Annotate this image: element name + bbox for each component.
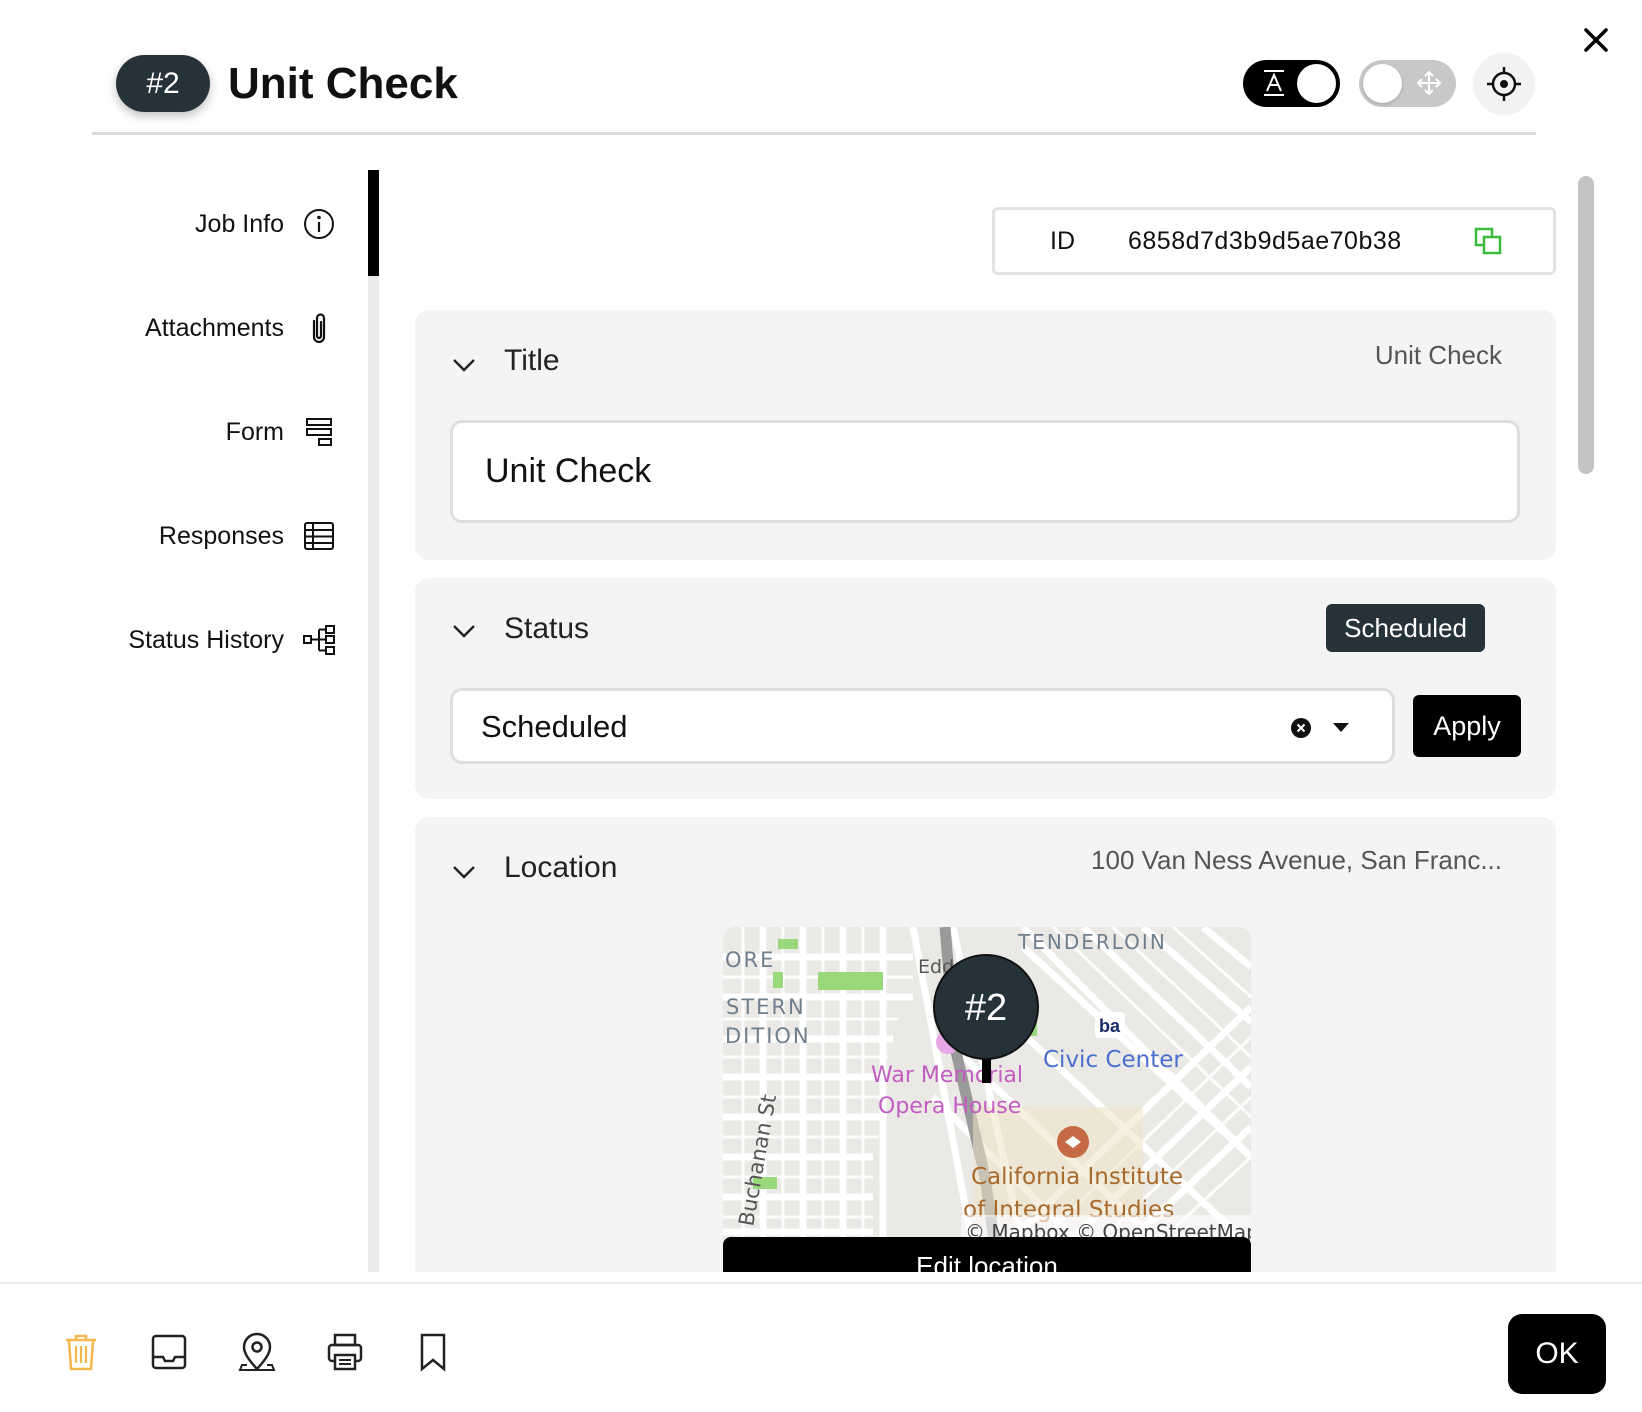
page-title: Unit Check [228, 59, 458, 108]
location-section: Location 100 Van Ness Avenue, San Franc.… [415, 817, 1556, 1272]
map-label-war-memorial: War Memorial [871, 1063, 1023, 1088]
map-label-dition: DITION [725, 1024, 811, 1048]
location-map[interactable]: ba ORE STERN DITION Edd TENDERLOIN Civic… [723, 927, 1251, 1247]
map-label-stern: STERN [726, 995, 806, 1019]
sidebar-item-label: Status History [128, 625, 284, 654]
chevron-down-icon[interactable] [451, 352, 477, 378]
sidebar-item-form[interactable]: Form [226, 412, 336, 452]
status-heading: Status [504, 612, 590, 645]
sidebar-item-status-history[interactable]: Status History [128, 620, 336, 660]
footer-toolbar: OK [0, 1282, 1642, 1412]
text-format-icon [1264, 70, 1284, 96]
toggle-knob [1297, 64, 1336, 103]
sidebar-item-label: Form [225, 417, 284, 446]
close-button[interactable] [1576, 20, 1616, 60]
inbox-icon[interactable] [150, 1332, 188, 1372]
apply-button[interactable]: Apply [1413, 695, 1521, 757]
sidebar-item-job-info[interactable]: Job Info [195, 204, 336, 244]
locate-button[interactable] [1473, 53, 1535, 115]
toggle-knob [1363, 64, 1402, 103]
status-select-value: Scheduled [481, 709, 628, 744]
sidebar-item-responses[interactable]: Responses [159, 516, 336, 556]
sidebar-item-attachments[interactable]: Attachments [145, 308, 336, 348]
job-info-panel: ID 6858d7d3b9d5ae70b38 Title Unit Check … [400, 170, 1580, 1272]
id-value[interactable]: 6858d7d3b9d5ae70b38 [1128, 227, 1424, 256]
title-input[interactable] [450, 420, 1520, 523]
close-icon [1584, 28, 1608, 52]
map-label-bart: ba [1099, 1016, 1121, 1036]
job-number-badge: #2 [116, 55, 210, 112]
id-field: ID 6858d7d3b9d5ae70b38 [992, 207, 1556, 275]
status-badge: Scheduled [1326, 604, 1485, 652]
job-detail-modal: #2 Unit Check Job Info Attachments Form … [0, 0, 1642, 1412]
title-heading: Title [504, 344, 560, 377]
info-icon [302, 207, 336, 241]
map-marker-label: #2 [965, 987, 1007, 1029]
chevron-down-icon[interactable] [451, 618, 477, 644]
sidebar-item-label: Responses [158, 521, 284, 550]
printer-icon[interactable] [326, 1332, 364, 1372]
move-mode-toggle[interactable] [1359, 60, 1456, 107]
location-summary: 100 Van Ness Avenue, San Franc... [1091, 845, 1502, 875]
map-pin-icon[interactable] [238, 1332, 276, 1372]
content-scrollbar[interactable] [1578, 176, 1594, 474]
edit-location-button[interactable]: Edit location [723, 1237, 1251, 1272]
location-heading: Location [504, 851, 618, 884]
map-canvas: ba ORE STERN DITION Edd TENDERLOIN Civic… [723, 927, 1251, 1247]
status-select[interactable]: Scheduled [450, 688, 1395, 764]
text-mode-toggle[interactable] [1243, 60, 1340, 107]
sidebar-track [368, 170, 379, 1272]
map-label-ciis: California Institute [971, 1164, 1183, 1190]
sidebar-item-label: Attachments [145, 313, 284, 342]
sidebar-item-label: Job Info [195, 209, 284, 238]
paperclip-icon [302, 311, 336, 345]
copy-icon[interactable] [1473, 226, 1503, 256]
sidebar-active-indicator [368, 170, 379, 276]
title-summary: Unit Check [1374, 340, 1502, 370]
table-icon [302, 519, 336, 553]
ok-button[interactable]: OK [1508, 1314, 1606, 1394]
tree-icon [302, 623, 336, 657]
form-icon [302, 415, 336, 449]
move-icon [1416, 70, 1442, 96]
bookmark-icon[interactable] [414, 1332, 452, 1372]
clear-icon[interactable] [1290, 717, 1312, 739]
status-section: Status Scheduled Scheduled Apply [415, 578, 1556, 799]
chevron-down-icon[interactable] [451, 859, 477, 885]
crosshair-icon [1487, 67, 1521, 101]
header-divider [92, 132, 1536, 135]
map-label-opera-house: Opera House [878, 1094, 1021, 1119]
map-label-civic-center: Civic Center [1043, 1047, 1183, 1073]
caret-down-icon[interactable] [1332, 721, 1350, 733]
trash-icon[interactable] [62, 1332, 100, 1372]
map-label-ore: ORE [725, 948, 775, 972]
map-label-tenderloin: TENDERLOIN [1017, 930, 1167, 954]
id-label: ID [1050, 226, 1075, 255]
title-section: Title Unit Check [415, 310, 1556, 560]
